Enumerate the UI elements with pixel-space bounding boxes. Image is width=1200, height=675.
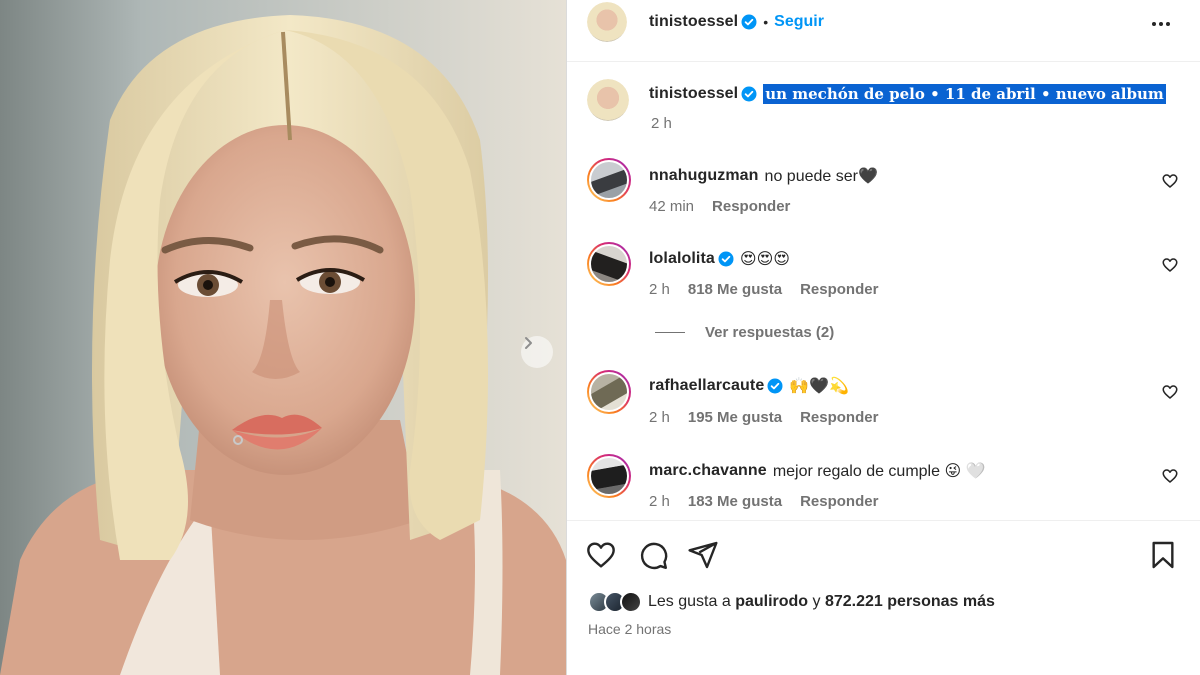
follow-button[interactable]: Seguir [774, 13, 824, 31]
comment-username[interactable]: marc.chavanne [649, 462, 767, 480]
post-actions: Les gusta a paulirodo y 872.221 personas… [567, 520, 1200, 670]
comment-username[interactable]: rafhaellarcaute [649, 377, 764, 395]
caption-avatar[interactable] [587, 79, 629, 121]
comment-username[interactable]: nnahuguzman [649, 167, 759, 185]
comment-time: 2 h [649, 281, 670, 298]
verified-icon [741, 86, 757, 102]
post-header: tinistoessel • Seguir [567, 0, 1200, 62]
reply-button[interactable]: Responder [800, 281, 878, 298]
liker-username[interactable]: paulirodo [735, 593, 808, 611]
post-side-panel: tinistoessel • Seguir tinistoessel un me… [566, 0, 1200, 675]
post-photo[interactable] [0, 0, 566, 675]
comment-meta: 2 h 195 Me gusta Responder [649, 409, 896, 426]
likes-connector: y [812, 593, 821, 610]
avatar [620, 591, 642, 613]
verified-icon [718, 251, 734, 267]
comment-time: 2 h [649, 493, 670, 510]
comment-text: 🙌🖤💫 [789, 378, 850, 395]
portrait-illustration [0, 0, 566, 675]
comment-text: 😍😍😍 [739, 251, 790, 268]
author-username[interactable]: tinistoessel [649, 13, 738, 31]
reply-button[interactable]: Responder [800, 409, 878, 426]
likes-count[interactable]: 872.221 personas más [825, 593, 995, 611]
comment-text: mejor regalo de cumple 😜 🤍 [772, 463, 986, 480]
comment-text: no puede ser🖤 [764, 168, 878, 185]
caption-row: tinistoessel un mechón de pelo • 11 de a… [649, 84, 1166, 104]
comment-likes[interactable]: 818 Me gusta [688, 281, 782, 298]
bookmark-icon[interactable] [1147, 539, 1179, 571]
header-separator: • [763, 14, 769, 30]
share-icon[interactable] [687, 539, 719, 571]
post-timestamp: Hace 2 horas [588, 621, 672, 637]
comment-row: nnahuguzman no puede ser🖤 [649, 166, 878, 186]
view-replies-button[interactable]: Ver respuestas (2) [655, 324, 834, 341]
comment-time: 2 h [649, 409, 670, 426]
likes-prefix: Les gusta a [648, 593, 731, 610]
author-avatar[interactable] [587, 2, 627, 42]
chevron-right-icon [525, 337, 532, 349]
comment-time: 42 min [649, 198, 695, 215]
likers-avatars [588, 591, 642, 613]
verified-icon [767, 378, 783, 394]
header-user-row: tinistoessel • Seguir [649, 13, 824, 31]
comment-likes[interactable]: 195 Me gusta [688, 409, 782, 426]
comment-meta: 42 min Responder [649, 198, 808, 215]
heart-icon[interactable] [1161, 383, 1179, 401]
comment-likes[interactable]: 183 Me gusta [688, 493, 782, 510]
comment-username[interactable]: lolalolita [649, 250, 715, 268]
comment-avatar[interactable] [587, 242, 631, 286]
comment-row: rafhaellarcaute 🙌🖤💫 [649, 376, 849, 396]
comment-row: lolalolita 😍😍😍 [649, 249, 790, 269]
heart-icon[interactable] [585, 539, 617, 571]
comment-row: marc.chavanne mejor regalo de cumple 😜 🤍 [649, 461, 986, 481]
caption-time: 2 h [651, 115, 672, 132]
heart-icon[interactable] [1161, 256, 1179, 274]
comment-meta: 2 h 183 Me gusta Responder [649, 493, 896, 510]
likes-summary[interactable]: Les gusta a paulirodo y 872.221 personas… [588, 591, 995, 613]
caption-username[interactable]: tinistoessel [649, 85, 738, 103]
heart-icon[interactable] [1161, 467, 1179, 485]
reply-button[interactable]: Responder [800, 493, 878, 510]
view-replies-label: Ver respuestas (2) [705, 324, 835, 341]
comment-avatar[interactable] [587, 158, 631, 202]
heart-icon[interactable] [1161, 172, 1179, 190]
comment-icon[interactable] [637, 539, 669, 571]
reply-button[interactable]: Responder [712, 198, 790, 215]
replies-divider [655, 332, 685, 333]
caption-text: un mechón de pelo • 11 de abril • nuevo … [763, 84, 1166, 104]
comment-avatar[interactable] [587, 370, 631, 414]
comment-avatar[interactable] [587, 454, 631, 498]
comment-meta: 2 h 818 Me gusta Responder [649, 281, 896, 298]
verified-icon [741, 14, 757, 30]
more-icon[interactable] [1149, 12, 1173, 36]
carousel-next-button[interactable] [521, 336, 553, 368]
